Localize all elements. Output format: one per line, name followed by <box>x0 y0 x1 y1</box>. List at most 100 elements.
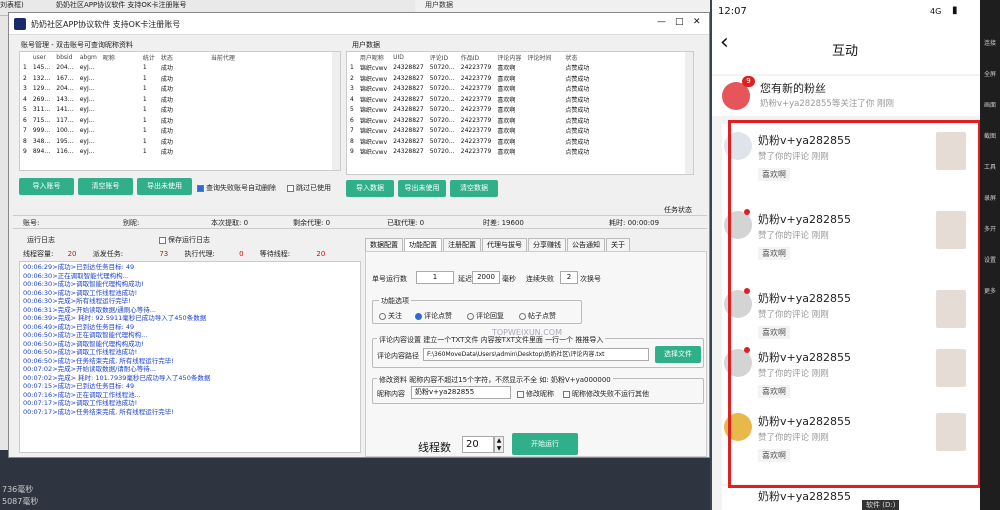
table-cell: 成功 <box>160 149 173 157</box>
skip-used-checkbox[interactable]: 跳过已使用 <box>287 183 331 193</box>
sidebar-item[interactable]: 多开 <box>980 224 1000 233</box>
nickname-input[interactable]: 奶粉v+ya282855 <box>411 386 511 399</box>
column-header[interactable]: bbsid <box>53 52 76 63</box>
table-row[interactable]: 7 锦织cvwv 24328827 50720… 24223779 喜欢啊 点赞成功 <box>347 126 592 137</box>
nick-fail-checkbox[interactable]: 昵称修改失败不运行其他 <box>563 389 649 399</box>
table-cell <box>208 84 238 95</box>
table-row[interactable]: 6 715… 117… eyJ… 1 成功 <box>20 115 238 126</box>
column-header[interactable]: 状态 <box>562 52 592 63</box>
column-header[interactable]: 评论ID <box>427 52 458 63</box>
table-cell: 24223779 <box>460 127 492 135</box>
column-header[interactable]: 作品ID <box>458 52 495 63</box>
tab-notice[interactable]: 公告通知 <box>567 238 605 251</box>
table-cell: 24328827 <box>393 85 424 93</box>
export-unused-data-button[interactable]: 导出未使用 <box>398 180 446 197</box>
maximize-button[interactable]: □ <box>675 17 684 27</box>
threads-input[interactable]: 20 <box>462 436 494 453</box>
option-post-like-radio[interactable]: 帖子点赞 <box>519 311 556 321</box>
comment-path-input[interactable]: F:\360MoveData\Users\admin\Desktop\奶奶社区\… <box>423 348 649 361</box>
auto-delete-checkbox[interactable]: 查询失败账号自动删除 <box>197 183 276 193</box>
fail-input[interactable]: 2 <box>560 271 578 284</box>
sidebar-item[interactable]: 设置 <box>980 255 1000 264</box>
sidebar-item[interactable]: 画面 <box>980 100 1000 109</box>
table-cell <box>524 115 562 126</box>
option-comment-reply-radio[interactable]: 评论回复 <box>467 311 504 321</box>
log-line: 00:06:50>成功>调取智能代理构构成功! <box>23 339 144 348</box>
tab-function-config[interactable]: 功能配置 <box>404 238 442 251</box>
column-header[interactable]: abgm <box>77 52 100 63</box>
table-row[interactable]: 4 锦织cvwv 24328827 50720… 24223779 喜欢啊 点赞成功 <box>347 94 592 105</box>
table-cell: 5 <box>23 106 27 114</box>
table-row[interactable]: 7 999… 100… eyJ… 1 成功 <box>20 126 238 137</box>
table-cell: 2 <box>350 74 354 82</box>
column-header[interactable]: 用户昵称 <box>357 52 390 63</box>
column-header[interactable]: 评论时间 <box>524 52 562 63</box>
column-header[interactable]: user <box>30 52 53 63</box>
table-row[interactable]: 2 锦织cvwv 24328827 50720… 24223779 喜欢啊 点赞成功 <box>347 73 592 84</box>
scrollbar[interactable] <box>685 52 693 174</box>
tab-register-config[interactable]: 注册配置 <box>443 238 481 251</box>
sidebar-item[interactable]: 全屏 <box>980 69 1000 78</box>
table-row[interactable]: 4 269… 143… eyJ… 1 成功 <box>20 94 238 105</box>
start-run-button[interactable]: 开始运行 <box>512 433 578 455</box>
table-row[interactable]: 9 锦织cvwv 24328827 50720… 24223779 喜欢啊 点赞成功 <box>347 147 592 158</box>
table-row[interactable]: 5 锦织cvwv 24328827 50720… 24223779 喜欢啊 点赞成功 <box>347 105 592 116</box>
table-cell: 715… <box>32 116 51 124</box>
accounts-table[interactable]: user bbsid abgm 昵称 统计 状态 当前代理 1 145… 204… e… <box>19 51 341 171</box>
log-list[interactable]: 00:06:29>成功>已到达任务目标: 49 00:06:30>正在调取智能代理… <box>19 261 361 453</box>
clear-data-button[interactable]: 清空数据 <box>450 180 498 197</box>
close-button[interactable]: ✕ <box>693 17 701 27</box>
table-row[interactable]: 9 894… 116… eyJ… 1 成功 <box>20 147 238 158</box>
column-header[interactable]: 统计 <box>140 52 158 63</box>
back-arrow-icon[interactable]: ‹ <box>720 30 729 55</box>
sidebar-item[interactable]: 录屏 <box>980 193 1000 202</box>
table-row[interactable]: 8 348… 195… eyJ… 1 成功 <box>20 136 238 147</box>
list-item[interactable]: 奶粉v+ya282855 <box>722 486 980 510</box>
column-header[interactable]: 状态 <box>158 52 208 63</box>
modify-nick-checkbox[interactable]: 修改昵称 <box>517 389 554 399</box>
sidebar-item[interactable]: 更多 <box>980 286 1000 295</box>
new-fans-row[interactable]: 9 您有新的粉丝 奶粉v+ya282855等关注了你 刚刚 <box>712 76 980 116</box>
scrollbar[interactable] <box>332 52 340 170</box>
table-row[interactable]: 8 锦织cvwv 24328827 50720… 24223779 喜欢啊 点赞成功 <box>347 136 592 147</box>
table-row[interactable]: 2 132… 167… eyJ… 1 成功 <box>20 73 238 84</box>
option-follow-radio[interactable]: 关注 <box>379 311 402 321</box>
table-cell: 喜欢啊 <box>497 65 516 73</box>
table-row[interactable]: 3 锦织cvwv 24328827 50720… 24223779 喜欢啊 点赞成功 <box>347 84 592 95</box>
column-header[interactable]: 昵称 <box>100 52 140 63</box>
tab-about[interactable]: 关于 <box>606 238 630 251</box>
tab-data-config[interactable]: 数据配置 <box>365 238 403 251</box>
column-header[interactable]: UID <box>390 52 427 63</box>
delay-input[interactable]: 2000 <box>472 271 500 284</box>
option-comment-like-radio[interactable]: 评论点赞 <box>415 311 452 321</box>
userdata-table[interactable]: 用户昵称 UID 评论ID 作品ID 评论内容 评论时间 状态 1 锦织cvwv 2… <box>346 51 694 175</box>
column-header[interactable]: 评论内容 <box>494 52 524 63</box>
column-header[interactable]: 当前代理 <box>208 52 238 63</box>
sidebar-item[interactable]: 连接 <box>980 38 1000 47</box>
sidebar-item[interactable]: 工具 <box>980 162 1000 171</box>
choose-file-button[interactable]: 选择文件 <box>655 346 701 363</box>
run-count-input[interactable]: 1 <box>416 271 454 284</box>
table-row[interactable]: 1 145… 204… eyJ… 1 成功 <box>20 63 238 74</box>
column-header[interactable] <box>347 52 357 63</box>
table-cell: 7 <box>23 127 27 135</box>
table-row[interactable]: 6 锦织cvwv 24328827 50720… 24223779 喜欢啊 点赞成功 <box>347 115 592 126</box>
table-row[interactable]: 5 311… 141… eyJ… 1 成功 <box>20 105 238 116</box>
tab-share[interactable]: 分享赚钱 <box>528 238 566 251</box>
minimize-button[interactable]: — <box>657 17 666 27</box>
table-row[interactable]: 3 129… 204… eyJ… 1 成功 <box>20 84 238 95</box>
clear-accounts-button[interactable]: 清空账号 <box>78 178 133 195</box>
column-header[interactable] <box>20 52 30 63</box>
sidebar-item[interactable]: 截图 <box>980 131 1000 140</box>
export-unused-button[interactable]: 导出未使用 <box>137 178 192 195</box>
comment-settings: 评论内容设置 建立一个TXT文件 内容按TXT文件里面 一行一个 推推导入 评论… <box>372 335 704 368</box>
tab-proxy[interactable]: 代理与拔号 <box>482 238 527 251</box>
save-log-checkbox[interactable]: 保存运行日志 <box>159 235 210 245</box>
status-time: 耗时: 00:00:09 <box>609 219 660 227</box>
import-accounts-button[interactable]: 导入账号 <box>19 178 74 195</box>
threads-stepper[interactable]: ▲ ▼ <box>494 436 504 453</box>
import-data-button[interactable]: 导入数据 <box>346 180 394 197</box>
table-cell: 1 <box>142 137 147 145</box>
table-cell: 喜欢啊 <box>497 86 516 94</box>
table-row[interactable]: 1 锦织cvwv 24328827 50720… 24223779 喜欢啊 点赞成功 <box>347 63 592 74</box>
